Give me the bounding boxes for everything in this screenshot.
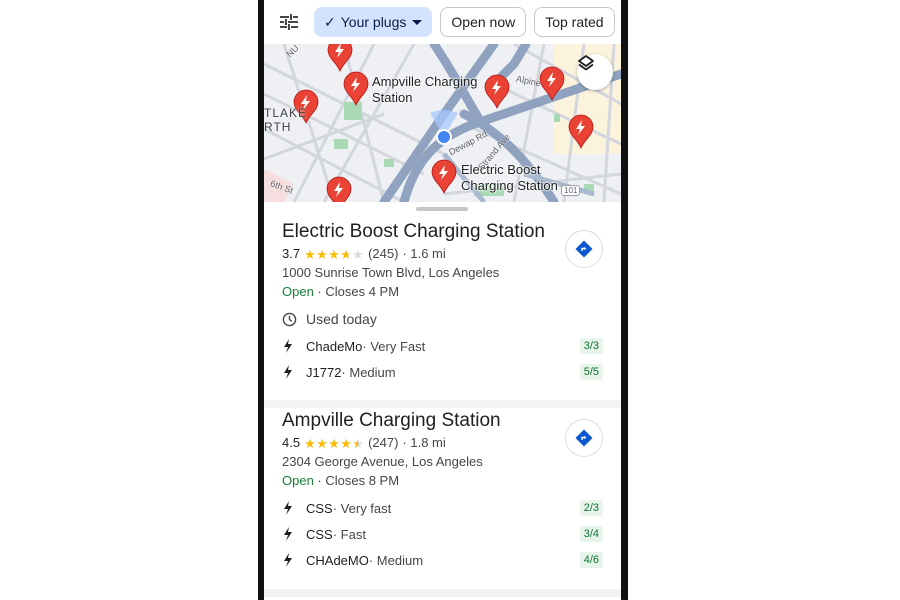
address: 1000 Sunrise Town Blvd, Los Angeles xyxy=(282,265,500,280)
address: 2304 George Avenue, Los Angeles xyxy=(282,454,483,469)
rating-value: 3.7 xyxy=(282,246,301,261)
star-icon: ★ xyxy=(304,435,316,451)
map-label-line: Charging Station xyxy=(461,178,558,193)
plug-type: CSS xyxy=(306,526,333,542)
layers-icon xyxy=(578,55,594,71)
plug-speed: · Medium xyxy=(341,364,396,380)
highway-shield: 101 xyxy=(561,185,581,196)
plug-speed: · Medium xyxy=(368,552,424,568)
map-label-electric-boost[interactable]: Electric Boost Charging Station xyxy=(461,162,558,194)
star-icon: ★ xyxy=(316,246,328,262)
star-icon: ★ xyxy=(352,435,364,451)
star-icon: ★ xyxy=(352,246,364,262)
plug-row: CSS · Fast 3/4 xyxy=(282,521,621,547)
bolt-icon xyxy=(282,553,294,567)
map-label-line: RTH xyxy=(264,120,292,134)
open-status: Open xyxy=(282,284,314,299)
hours: Open · Closes 4 PM xyxy=(282,282,621,301)
chip-label: Top rated xyxy=(545,14,604,30)
star-icon: ★ xyxy=(316,435,328,451)
star-rating: ★ ★ ★ ★ ★ xyxy=(304,248,364,261)
drag-handle[interactable] xyxy=(416,207,468,211)
map-label-line: Station xyxy=(372,90,413,105)
map-label-line: Ampville Charging xyxy=(372,74,478,89)
availability-badge: 3/3 xyxy=(579,338,603,354)
used-today-label: Used today xyxy=(306,311,377,327)
charging-pin-electric-boost[interactable] xyxy=(430,159,458,195)
results-sheet: Electric Boost Charging Station 3.7 ★ ★ ★ ★… xyxy=(264,202,621,600)
phone-frame: ✓ Your plugs Open now Top rated Ampville… xyxy=(258,0,628,600)
availability-badge: 4/6 xyxy=(579,552,603,568)
map-label-line: TLAKE xyxy=(264,106,308,120)
plug-type: CSS xyxy=(306,500,333,516)
plug-row: CHAdeMO · Medium 4/6 xyxy=(282,547,621,573)
charging-pin[interactable] xyxy=(325,176,353,202)
closing-time: · Closes 4 PM xyxy=(313,284,400,299)
availability-badge: 3/4 xyxy=(579,526,603,542)
plug-speed: · Very fast xyxy=(332,500,392,516)
directions-icon xyxy=(575,429,593,447)
plug-row: J1772 · Medium 5/5 xyxy=(282,359,621,385)
card-divider xyxy=(264,400,621,408)
map[interactable]: Ampville Charging Station Electric Boost… xyxy=(264,44,621,202)
chip-your-plugs[interactable]: ✓ Your plugs xyxy=(314,7,433,37)
distance: · 1.8 mi xyxy=(402,435,446,450)
directions-button[interactable] xyxy=(565,419,603,457)
result-card[interactable]: Ampville Charging Station 4.5 ★ ★ ★ ★ ★ (247… xyxy=(264,409,621,589)
directions-icon xyxy=(575,240,593,258)
availability-badge: 2/3 xyxy=(579,500,603,516)
screen: ✓ Your plugs Open now Top rated Ampville… xyxy=(264,0,621,600)
charging-pin[interactable] xyxy=(567,114,595,150)
bolt-icon xyxy=(282,339,294,353)
rating-value: 4.5 xyxy=(282,435,301,450)
card-divider xyxy=(264,589,621,597)
caret-down-icon xyxy=(412,19,423,25)
check-icon: ✓ xyxy=(324,13,336,30)
star-icon: ★ xyxy=(328,246,340,262)
star-rating: ★ ★ ★ ★ ★ xyxy=(304,437,364,450)
charging-pin[interactable] xyxy=(538,66,566,102)
charging-pin[interactable] xyxy=(483,74,511,110)
hours: Open · Closes 8 PM xyxy=(282,471,621,490)
review-count: (245) xyxy=(368,246,399,261)
plug-row: ChadeMo · Very Fast 3/3 xyxy=(282,333,621,359)
clock-icon xyxy=(282,312,297,326)
layers-button[interactable] xyxy=(577,54,613,90)
chip-top-rated[interactable]: Top rated xyxy=(534,7,615,37)
plug-speed: · Fast xyxy=(332,526,366,542)
plug-type: ChadeMo xyxy=(306,338,363,354)
star-icon: ★ xyxy=(328,435,340,451)
bolt-icon xyxy=(282,527,294,541)
bolt-icon xyxy=(282,501,294,515)
charging-pin-ampville[interactable] xyxy=(342,71,370,107)
map-area-westlake: TLAKE RTH xyxy=(264,106,307,134)
chip-open-now[interactable]: Open now xyxy=(440,7,527,37)
availability-badge: 5/5 xyxy=(579,364,603,380)
star-icon: ★ xyxy=(340,435,352,451)
distance: · 1.6 mi xyxy=(402,246,446,261)
bolt-icon xyxy=(282,365,294,379)
filter-bar: ✓ Your plugs Open now Top rated xyxy=(264,0,621,44)
star-icon: ★ xyxy=(340,246,352,262)
open-status: Open xyxy=(282,473,314,488)
chip-label: Your plugs xyxy=(340,14,407,30)
plug-type: J1772 xyxy=(306,364,342,380)
charging-pin[interactable] xyxy=(326,44,354,72)
plug-speed: · Very Fast xyxy=(362,338,426,354)
tune-icon[interactable] xyxy=(278,11,300,33)
result-card[interactable]: Electric Boost Charging Station 3.7 ★ ★ ★ ★… xyxy=(264,220,621,400)
star-icon: ★ xyxy=(304,246,316,262)
map-label-ampville[interactable]: Ampville Charging Station xyxy=(372,74,478,106)
closing-time: · Closes 8 PM xyxy=(313,473,400,488)
review-count: (247) xyxy=(368,435,399,450)
plug-type: CHAdeMO xyxy=(306,552,369,568)
used-today: Used today xyxy=(282,310,621,328)
directions-button[interactable] xyxy=(565,230,603,268)
chip-label: Open now xyxy=(451,14,516,30)
plug-row: CSS · Very fast 2/3 xyxy=(282,495,621,521)
